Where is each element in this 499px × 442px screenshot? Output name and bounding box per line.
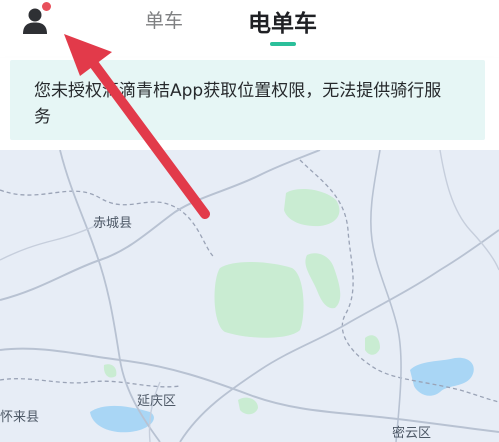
top-bar: 单车 电单车 — [0, 0, 499, 58]
map-view[interactable]: 赤城县 延庆区 怀来县 密云区 — [0, 150, 499, 442]
map-canvas — [0, 150, 499, 442]
active-tab-indicator — [270, 42, 296, 46]
map-label-chicheng: 赤城县 — [93, 216, 133, 231]
notice-panel: 您未授权滴滴青桔App获取位置权限，无法提供骑行服务 — [0, 58, 499, 150]
map-label-yanqing: 延庆区 — [137, 394, 177, 409]
map-label-miyun: 密云区 — [392, 426, 432, 441]
location-permission-message: 您未授权滴滴青桔App获取位置权限，无法提供骑行服务 — [34, 81, 442, 127]
notification-dot — [42, 2, 51, 11]
park-area — [214, 262, 304, 338]
map-label-huailai: 怀来县 — [0, 410, 40, 425]
location-permission-banner[interactable]: 您未授权滴滴青桔App获取位置权限，无法提供骑行服务 — [10, 60, 485, 140]
tab-ebike[interactable]: 电单车 — [248, 4, 317, 38]
tab-bike[interactable]: 单车 — [145, 6, 183, 33]
